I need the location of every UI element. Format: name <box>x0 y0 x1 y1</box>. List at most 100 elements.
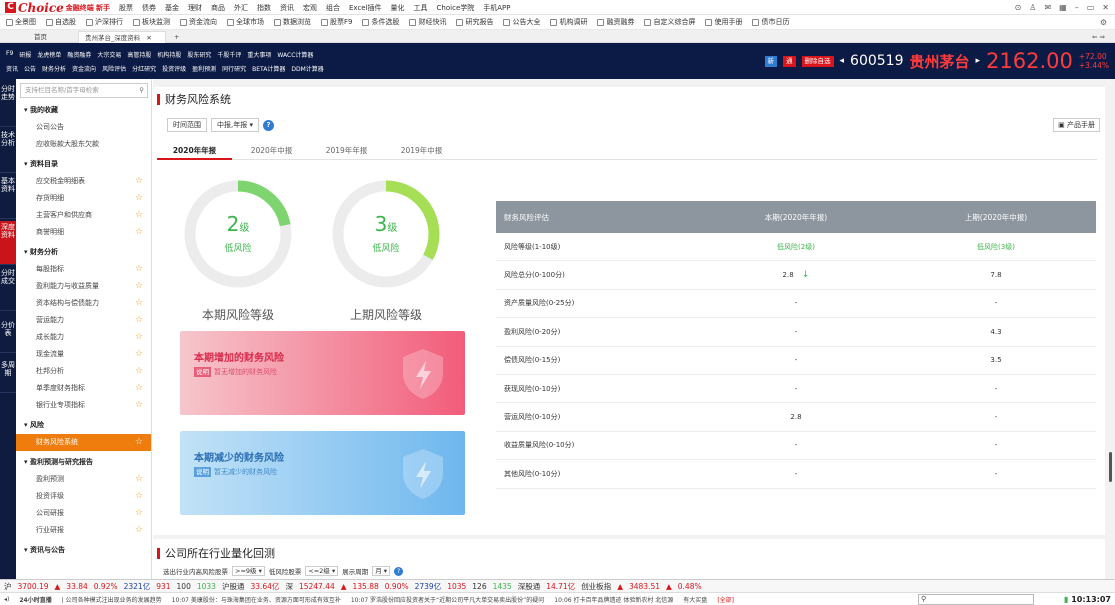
tool-link[interactable]: DDM计算器 <box>291 64 323 73</box>
news-item[interactable]: 10:06 打卡百年品牌遗迹 体验新农村 北信源 <box>554 595 673 604</box>
time-range-select[interactable]: 中报,年报 ▾ <box>211 118 259 132</box>
vnav-item[interactable]: 分时成交 <box>0 267 16 311</box>
tool-link[interactable]: BETA计算器 <box>252 64 285 73</box>
content-scrollbar[interactable] <box>1109 452 1112 482</box>
quick-item[interactable]: 条件选股 <box>362 17 399 27</box>
tool-link[interactable]: 投资评级 <box>162 64 186 73</box>
quick-item[interactable]: 资金流向 <box>180 17 217 27</box>
tool-link[interactable]: 资讯 <box>6 64 18 73</box>
quick-item[interactable]: 股票F9 <box>321 17 352 27</box>
sidebar-item-active[interactable]: 财务风险系统 ☆ <box>16 434 151 451</box>
vnav-item[interactable]: 基本资料 <box>0 175 16 219</box>
favorite-star-icon[interactable]: ☆ <box>135 471 143 488</box>
nav-arrows-icon[interactable]: ⇐ ⇒ <box>1086 31 1111 43</box>
menu-item[interactable]: 指数 <box>257 3 271 13</box>
favorite-star-icon[interactable]: ☆ <box>135 346 143 363</box>
sidebar-item[interactable]: 行业研报 ☆ <box>16 522 151 539</box>
tool-link[interactable]: 重大事项 <box>247 50 271 59</box>
tool-link[interactable]: 研报 <box>19 50 31 59</box>
search-icon[interactable]: ⚲ <box>139 84 144 97</box>
tool-link[interactable]: 高管持股 <box>127 50 151 59</box>
favorite-star-icon[interactable]: ☆ <box>135 190 143 207</box>
new-badge[interactable]: 新 <box>764 55 777 67</box>
tool-link[interactable]: 盈利预测 <box>192 64 216 73</box>
sidebar-section[interactable]: ▾ 盈利预测与研究报告 <box>16 454 151 471</box>
menu-item[interactable]: 资讯 <box>280 3 294 13</box>
quick-item[interactable]: 研究报告 <box>456 17 493 27</box>
tab-2020-annual[interactable]: 2020年年报 <box>157 141 232 160</box>
tool-link[interactable]: 机构持股 <box>157 50 181 59</box>
favorite-star-icon[interactable]: ☆ <box>135 380 143 397</box>
quick-item[interactable]: 使用手册 <box>705 17 742 27</box>
favorite-star-icon[interactable]: ☆ <box>135 505 143 522</box>
menu-item[interactable]: 量化 <box>391 3 405 13</box>
settings-icon[interactable]: ⊙ <box>1015 3 1022 12</box>
product-manual-button[interactable]: ▣ 产品手册 <box>1053 118 1100 132</box>
quickbar-settings-icon[interactable]: ⚙ <box>1100 18 1107 27</box>
sidebar-item[interactable]: 盈利预测 ☆ <box>16 471 151 488</box>
favorite-star-icon[interactable]: ☆ <box>135 329 143 346</box>
quick-item[interactable]: 数据浏览 <box>274 17 311 27</box>
tool-link[interactable]: 分红研究 <box>132 64 156 73</box>
minimize-icon[interactable]: – <box>1075 3 1079 12</box>
menu-item[interactable]: 手机APP <box>483 3 510 13</box>
favorite-star-icon[interactable]: ☆ <box>135 488 143 505</box>
menu-item[interactable]: 股票 <box>119 3 133 13</box>
sidebar-item[interactable]: 成长能力 ☆ <box>16 329 151 346</box>
sidebar-item[interactable]: 主营客户和供应商 ☆ <box>16 207 151 224</box>
quick-item[interactable]: 融资融券 <box>597 17 634 27</box>
menu-item[interactable]: 理财 <box>188 3 202 13</box>
low-risk-select[interactable]: <=2级 ▾ <box>305 566 339 576</box>
menu-item[interactable]: 债券 <box>142 3 156 13</box>
sidebar-item[interactable]: 现金流量 ☆ <box>16 346 151 363</box>
tool-link[interactable]: 股东研究 <box>187 50 211 59</box>
news-item[interactable]: 10:07 美康股份：与珠海集团在业务、资源方面可形成有效互补 <box>172 595 341 604</box>
favorite-star-icon[interactable]: ☆ <box>135 434 143 451</box>
tool-link[interactable]: 千股千评 <box>217 50 241 59</box>
menu-item[interactable]: 宏观 <box>303 3 317 13</box>
quick-item[interactable]: 债市日历 <box>752 17 789 27</box>
menu-item[interactable]: 商品 <box>211 3 225 13</box>
quick-item[interactable]: 全景图 <box>6 17 36 27</box>
menu-item[interactable]: 组合 <box>326 3 340 13</box>
prev-stock-icon[interactable]: ◂ <box>840 56 845 66</box>
menu-item[interactable]: Excel插件 <box>349 3 382 13</box>
sidebar-item[interactable]: 资本结构与偿债能力 ☆ <box>16 295 151 312</box>
maximize-icon[interactable]: ▭ <box>1087 3 1095 12</box>
vnav-item-active[interactable]: 深度资料 <box>0 221 16 265</box>
sidebar-search-input[interactable]: 支持栏目名称/首字母检索 ⚲ <box>20 83 148 98</box>
user-icon[interactable]: ♙ <box>1029 3 1036 12</box>
favorite-star-icon[interactable]: ☆ <box>135 295 143 312</box>
quick-item[interactable]: 自选股 <box>46 17 76 27</box>
quick-item[interactable]: 板块监测 <box>133 17 170 27</box>
news-search-input[interactable]: ⚲ <box>918 594 1034 605</box>
next-stock-icon[interactable]: ▸ <box>976 56 981 66</box>
tool-link[interactable]: F9 <box>6 50 13 59</box>
sidebar-section[interactable]: ▾ 风险 <box>16 417 151 434</box>
tool-link[interactable]: 同行研究 <box>222 64 246 73</box>
help-icon[interactable]: ? <box>262 119 274 131</box>
close-icon[interactable]: ✕ <box>1102 3 1109 12</box>
news-all-link[interactable]: [全部] <box>717 595 734 604</box>
favorite-star-icon[interactable]: ☆ <box>135 261 143 278</box>
period-select[interactable]: 月 ▾ <box>372 566 391 576</box>
favorite-star-icon[interactable]: ☆ <box>135 312 143 329</box>
layout-icon[interactable]: ▦ <box>1059 3 1067 12</box>
sidebar-item[interactable]: 营运能力 ☆ <box>16 312 151 329</box>
sidebar-item[interactable]: 投资评级 ☆ <box>16 488 151 505</box>
news-item[interactable]: 10:07 罗浩股份回应投资者关于“近期公司平凡大单交易卖出股份”的疑问 <box>351 595 544 604</box>
sidebar-item[interactable]: 应收账款大股东欠款 <box>16 136 151 153</box>
favorite-star-icon[interactable]: ☆ <box>135 397 143 414</box>
vnav-item[interactable]: 多周期 <box>0 359 16 393</box>
menu-item[interactable]: 新手 <box>96 3 110 13</box>
tool-link[interactable]: 融资融券 <box>67 50 91 59</box>
sidebar-item[interactable]: 盈利能力与收益质量 ☆ <box>16 278 151 295</box>
tool-link[interactable]: 风险评估 <box>102 64 126 73</box>
menu-item[interactable]: Choice学院 <box>437 3 475 13</box>
sidebar-item[interactable]: 单季度财务指标 ☆ <box>16 380 151 397</box>
sidebar-item[interactable]: 杜邦分析 ☆ <box>16 363 151 380</box>
sidebar-item[interactable]: 应交税金明细表 ☆ <box>16 173 151 190</box>
help-icon[interactable]: ? <box>394 566 404 576</box>
menu-item[interactable]: 工具 <box>414 3 428 13</box>
quick-item[interactable]: 全球市场 <box>227 17 264 27</box>
